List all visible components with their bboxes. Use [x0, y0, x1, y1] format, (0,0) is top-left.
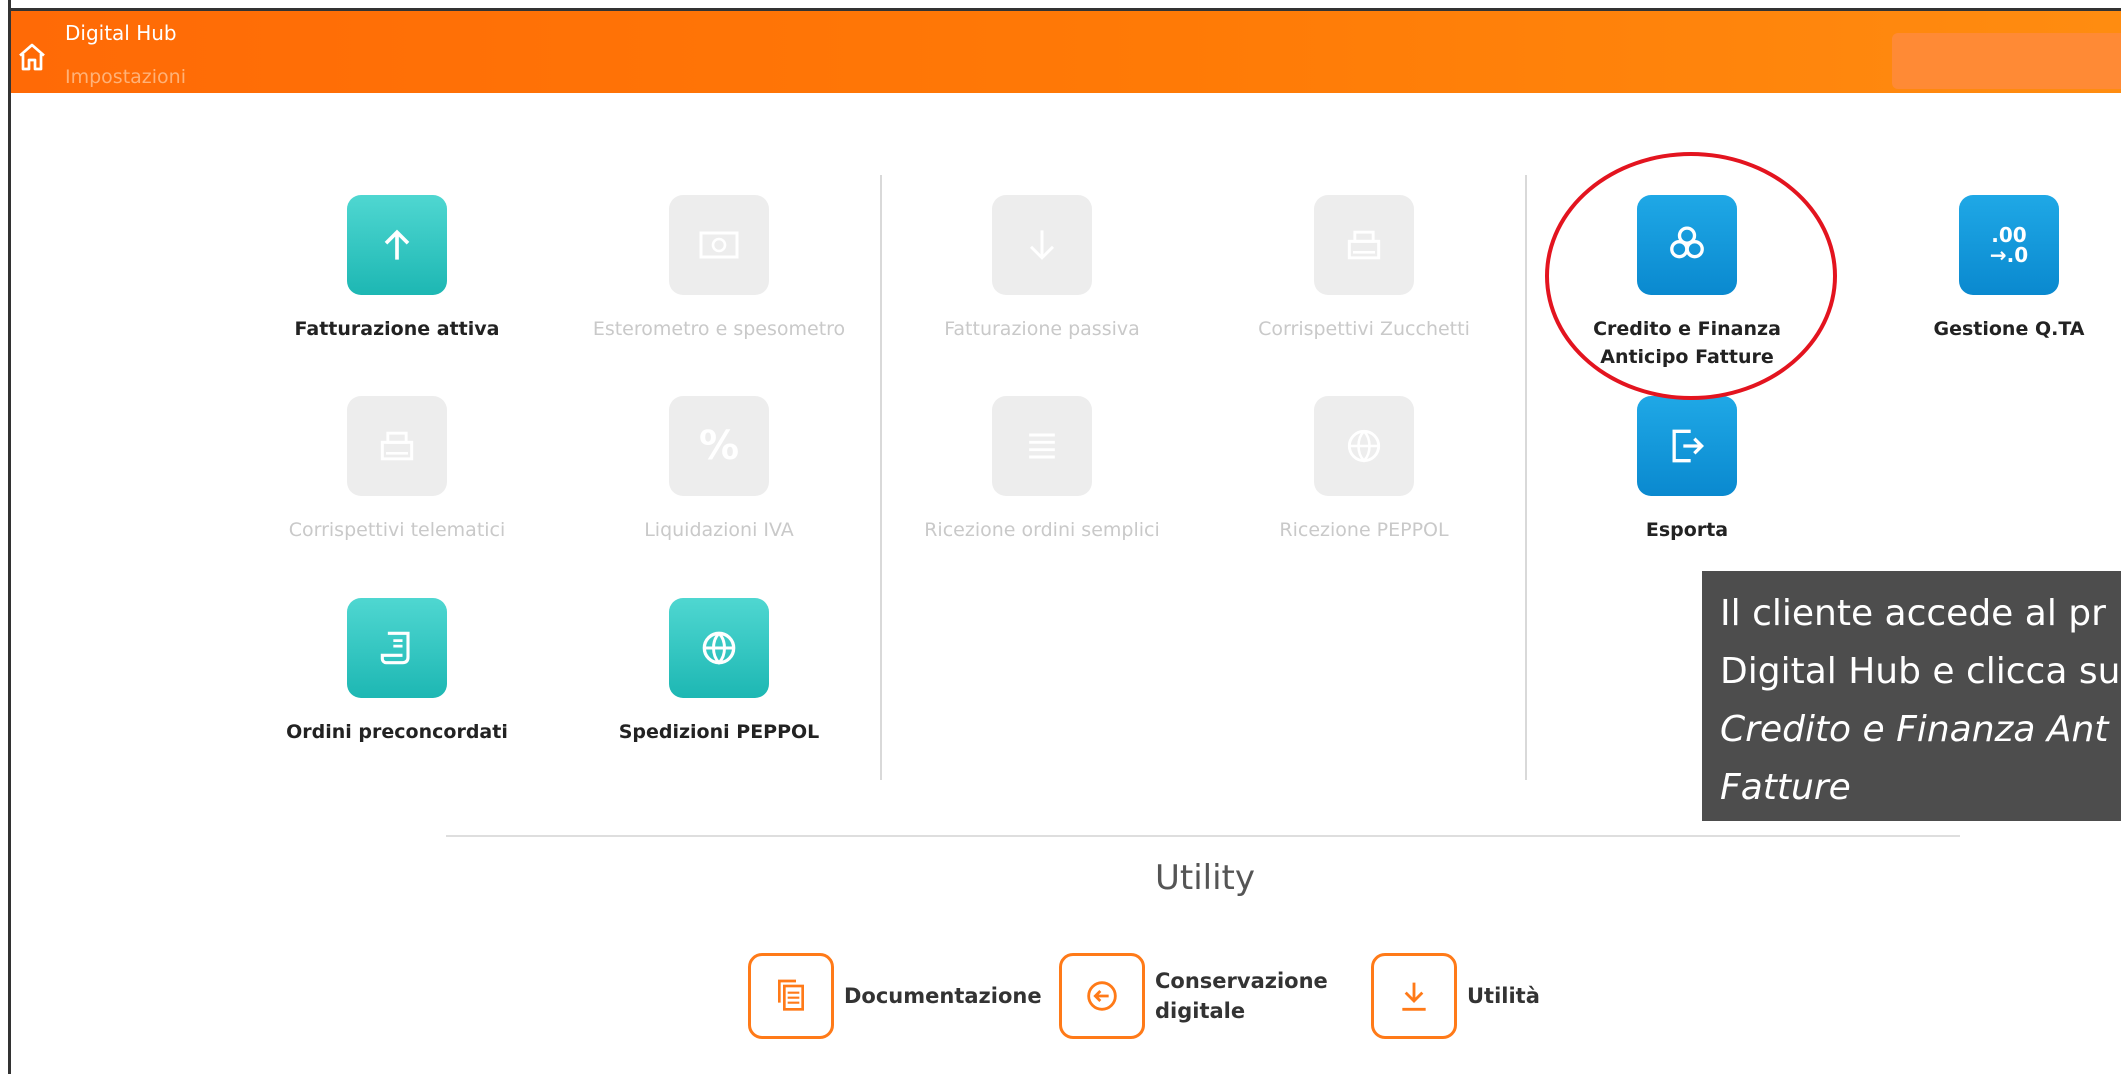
window-border: [8, 0, 2121, 1074]
app-frame: Digital Hub Impostazioni Fatturazione at…: [0, 0, 2121, 1074]
